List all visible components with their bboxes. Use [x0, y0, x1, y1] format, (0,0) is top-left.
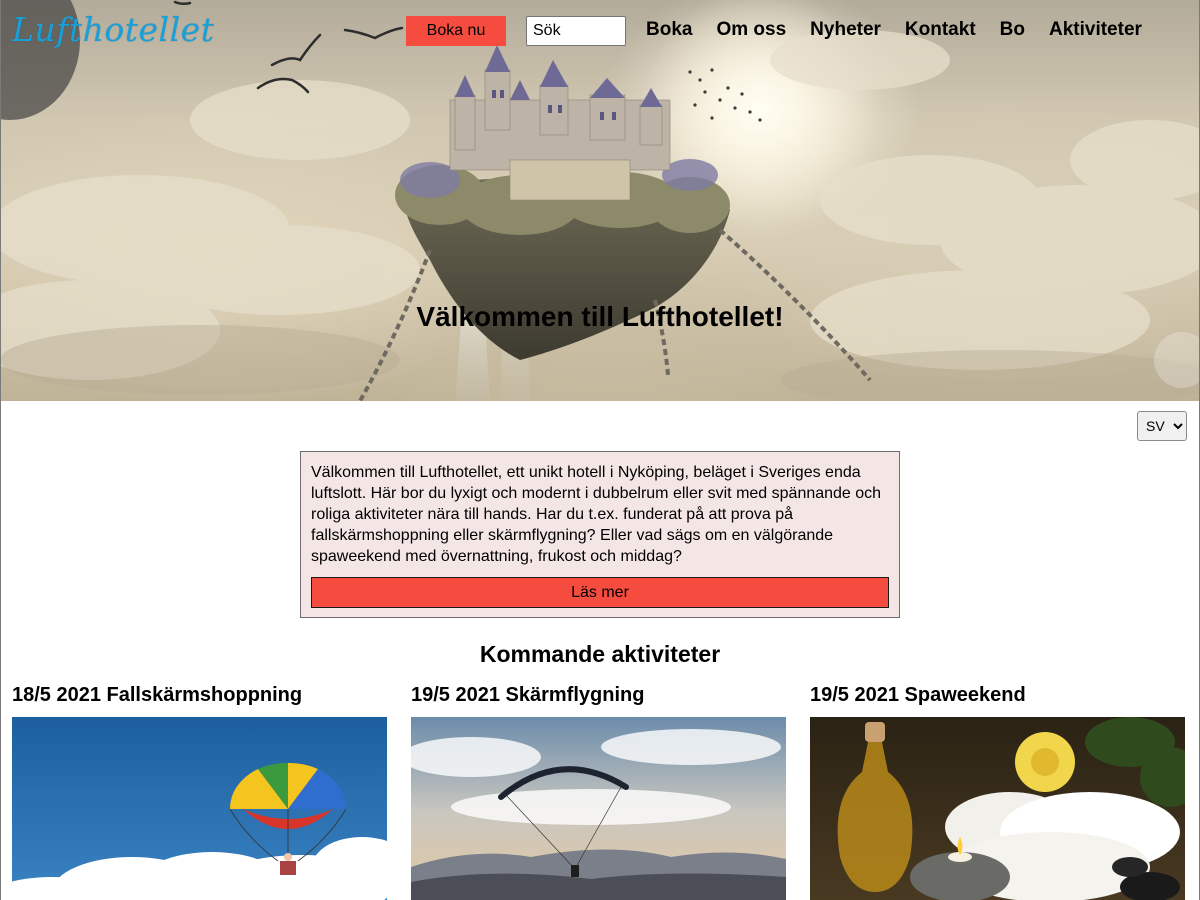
activity-title[interactable]: 19/5 2021 Spaweekend	[810, 681, 1185, 711]
spa-image[interactable]	[810, 717, 1185, 900]
hero-heading: Välkommen till Lufthotellet!	[416, 301, 784, 332]
paraglider-image[interactable]	[411, 717, 786, 900]
read-more-button[interactable]: Läs mer	[311, 577, 889, 608]
book-now-button[interactable]: Boka nu	[406, 16, 506, 46]
activity-card-skydiving[interactable]: 18/5 2021 Fallskärmshoppning	[12, 681, 387, 900]
search-input[interactable]	[526, 16, 626, 46]
activity-card-paragliding[interactable]: 19/5 2021 Skärmflygning	[411, 681, 786, 900]
site-logo[interactable]: Lufthotellet	[12, 10, 214, 49]
hero-banner: Lufthotellet Boka nu Boka Om oss Nyheter…	[0, 0, 1200, 401]
nav-link-bo[interactable]: Bo	[1000, 19, 1025, 41]
nav-link-aktiviteter[interactable]: Aktiviteter	[1049, 19, 1142, 41]
intro-text: Välkommen till Lufthotellet, ett unikt h…	[311, 464, 882, 565]
nav-link-boka[interactable]: Boka	[646, 19, 692, 41]
intro-box: Välkommen till Lufthotellet, ett unikt h…	[300, 451, 900, 618]
nav-link-nyheter[interactable]: Nyheter	[810, 19, 881, 41]
activity-title[interactable]: 18/5 2021 Fallskärmshoppning	[12, 681, 387, 711]
nav-link-om-oss[interactable]: Om oss	[716, 19, 786, 41]
activity-card-spa[interactable]: 19/5 2021 Spaweekend	[810, 681, 1185, 900]
main-nav: Boka Om oss Nyheter Kontakt Bo Aktivitet…	[634, 16, 1154, 44]
nav-link-kontakt[interactable]: Kontakt	[905, 19, 976, 41]
activity-title[interactable]: 19/5 2021 Skärmflygning	[411, 681, 786, 711]
language-select[interactable]: SV	[1137, 411, 1187, 441]
upcoming-activities-heading: Kommande aktiviteter	[479, 641, 721, 667]
parachute-image[interactable]	[12, 717, 387, 900]
hero-castle-image	[0, 0, 1200, 401]
